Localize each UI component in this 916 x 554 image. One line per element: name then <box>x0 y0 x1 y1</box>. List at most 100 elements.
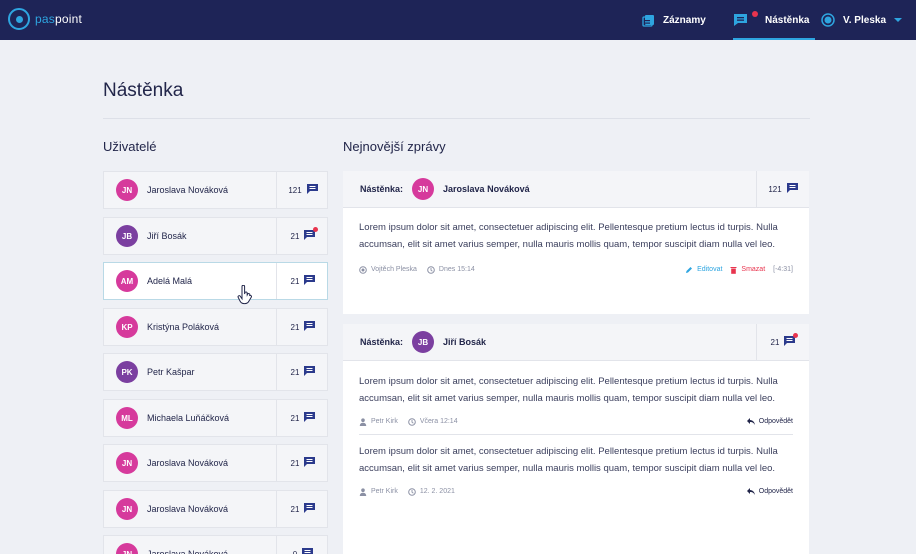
message-meta: Petr Kirk 12. 2. 2021 Odpovědět <box>359 483 793 500</box>
clock-icon <box>427 265 435 274</box>
chat-icon <box>306 184 318 196</box>
user-list-item[interactable]: AM Adelá Malá 21 <box>103 262 328 300</box>
message-card-header: Nástěnka: JB Jiří Bosák 21 <box>343 324 809 361</box>
user-list-item[interactable]: KP Kristýna Poláková 21 <box>103 308 328 346</box>
reply-button[interactable]: Odpovědět <box>746 488 793 495</box>
post-author: Petr Kirk <box>371 488 398 495</box>
globe-icon <box>359 265 367 274</box>
message-count[interactable]: 121 <box>756 171 809 207</box>
board-chat-icon <box>733 11 758 27</box>
user-message-count[interactable]: 21 <box>276 491 329 527</box>
user-message-count-value: 21 <box>290 231 300 241</box>
user-message-count[interactable]: 121 <box>276 172 329 208</box>
chat-icon <box>302 548 314 554</box>
avatar: KP <box>116 316 138 338</box>
avatar: JN <box>116 543 138 554</box>
avatar: JB <box>412 331 435 353</box>
user-message-count-value: 21 <box>290 322 300 332</box>
user-message-count[interactable]: 21 <box>276 445 329 481</box>
avatar: ML <box>116 407 138 429</box>
pencil-icon <box>686 266 693 273</box>
user-list-item[interactable]: JN Jaroslava Nováková 21 <box>103 490 328 528</box>
message-card: Nástěnka: JB Jiří Bosák 21 Lorem ipsum d… <box>343 324 809 554</box>
reply-label: Odpovědět <box>758 418 793 425</box>
post-time: 12. 2. 2021 <box>419 488 455 495</box>
nav-records-label: Záznamy <box>663 14 706 26</box>
post-author: Petr Kirk <box>371 418 398 425</box>
trash-icon <box>730 266 737 274</box>
chat-icon <box>304 412 316 424</box>
message-text: Lorem ipsum dolor sit amet, consectetuer… <box>359 376 778 404</box>
user-menu[interactable]: V. Pleska <box>821 0 903 40</box>
person-icon <box>359 487 367 496</box>
delete-button[interactable]: Smazat <box>730 266 765 274</box>
chat-icon <box>784 333 799 348</box>
brand-logo[interactable]: paspoint <box>8 8 82 30</box>
user-list-item[interactable]: JB Jiří Bosák 21 <box>103 217 328 255</box>
unread-badge <box>793 333 799 338</box>
message-text: Lorem ipsum dolor sit amet, consectetuer… <box>359 222 778 250</box>
chat-icon <box>304 457 316 469</box>
user-message-count[interactable]: 21 <box>276 354 329 390</box>
logo-icon <box>8 8 30 30</box>
board-label: Nástěnka: <box>360 184 404 194</box>
user-message-count-value: 0 <box>292 549 298 554</box>
chat-icon <box>304 275 316 287</box>
user-message-count[interactable]: 21 <box>276 309 329 345</box>
reply-button[interactable]: Odpovědět <box>746 418 793 425</box>
message-card: Nástěnka: JN Jaroslava Nováková 121 Lore… <box>343 171 809 314</box>
reply-icon <box>746 488 755 495</box>
message-count-value: 121 <box>768 184 782 194</box>
users-heading: Uživatelé <box>103 139 157 154</box>
user-list-item[interactable]: JN Jaroslava Nováková 0 <box>103 535 328 554</box>
brand-name: paspoint <box>35 12 82 26</box>
message-count-value: 21 <box>770 337 780 347</box>
chat-icon <box>304 366 316 378</box>
chat-icon <box>304 227 319 242</box>
user-message-count[interactable]: 21 <box>276 218 329 254</box>
records-icon <box>642 14 654 27</box>
avatar: JN <box>116 498 138 520</box>
message-text: Lorem ipsum dolor sit amet, consectetuer… <box>359 446 778 474</box>
user-message-count[interactable]: 0 <box>276 536 329 554</box>
user-list-item[interactable]: JN Jaroslava Nováková 121 <box>103 171 328 209</box>
chat-icon <box>304 321 316 333</box>
user-list-item[interactable]: ML Michaela Luňáčková 21 <box>103 399 328 437</box>
message-count[interactable]: 21 <box>756 324 809 360</box>
nav-records[interactable]: Záznamy <box>642 0 706 40</box>
message-card-header: Nástěnka: JN Jaroslava Nováková 121 <box>343 171 809 208</box>
top-navbar: paspoint Záznamy Nástěnka V. Pleska <box>0 0 916 40</box>
post-time: Dnes 15:14 <box>438 266 475 273</box>
user-message-count[interactable]: 21 <box>276 263 329 299</box>
board-label: Nástěnka: <box>360 337 404 347</box>
nav-board[interactable]: Nástěnka <box>733 0 816 40</box>
board-notification-badge <box>752 11 758 17</box>
user-message-count[interactable]: 21 <box>276 400 329 436</box>
post-time: Včera 12:14 <box>419 418 458 425</box>
user-message-count-value: 21 <box>290 458 300 468</box>
avatar: JN <box>412 178 435 200</box>
user-message-count-value: 21 <box>290 413 300 423</box>
hand-cursor-icon <box>237 285 252 305</box>
avatar: JB <box>116 225 138 247</box>
edit-label: Editovat <box>697 266 723 273</box>
page-title: Nástěnka <box>103 80 184 101</box>
post-divider <box>359 434 793 435</box>
user-avatar-icon <box>821 13 835 27</box>
delete-label: Smazat <box>741 266 766 273</box>
edit-timer: [-4:31] <box>773 266 793 273</box>
user-list-item[interactable]: PK Petr Kašpar 21 <box>103 353 328 391</box>
chevron-down-icon <box>894 18 903 22</box>
message-card-author[interactable]: Jiří Bosák <box>443 337 486 347</box>
avatar: JN <box>116 179 138 201</box>
user-list-item[interactable]: JN Jaroslava Nováková 21 <box>103 444 328 482</box>
clock-icon <box>408 487 416 496</box>
message-meta: Petr Kirk Včera 12:14 Odpovědět <box>359 413 793 430</box>
user-message-count-value: 21 <box>290 276 300 286</box>
avatar: JN <box>116 452 138 474</box>
avatar: PK <box>116 361 138 383</box>
chat-icon <box>304 503 316 515</box>
reply-label: Odpovědět <box>758 488 793 495</box>
edit-button[interactable]: Editovat <box>685 266 722 274</box>
message-card-author[interactable]: Jaroslava Nováková <box>443 184 530 194</box>
